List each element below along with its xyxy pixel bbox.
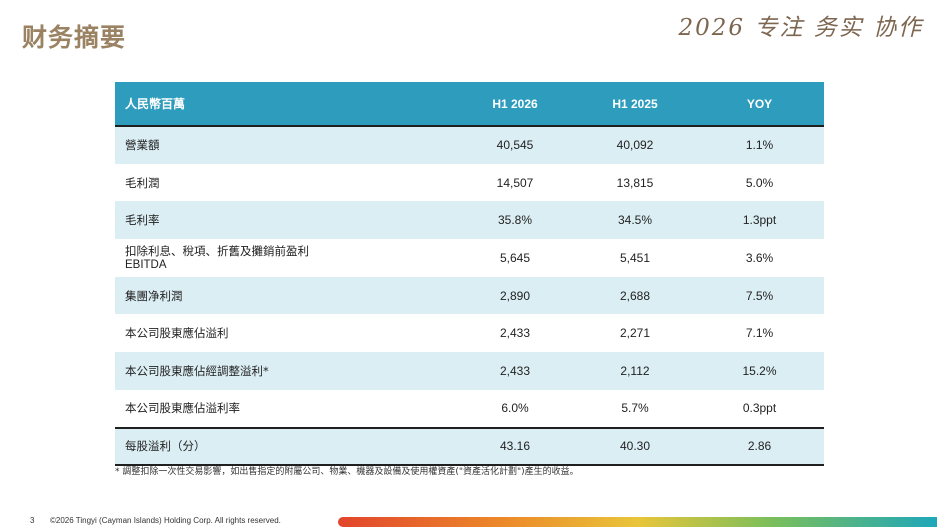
cell-h1-2025: 5,451 [619, 250, 651, 265]
header-yoy: YOY [695, 82, 824, 127]
header-unit: 人民幣百萬 [115, 82, 455, 127]
table-row: 毛利潤 14,507 13,815 5.0% [115, 164, 824, 202]
cell-h1-2026: 35.8% [455, 201, 575, 240]
row-label: 每股溢利（分） [115, 426, 455, 467]
cell-h1-2025: 40.30 [575, 426, 695, 467]
copyright-text: ©2026 Tingyi (Cayman Islands) Holding Co… [50, 516, 281, 525]
financial-summary-table: 人民幣百萬 H1 2026 H1 2025 YOY 營業額 40,545 40,… [115, 82, 824, 467]
cell-h1-2025: 40,092 [575, 126, 695, 164]
cell-h1-2025: 2,688 [575, 276, 695, 315]
table-row: 集團净利潤 2,890 2,688 7.5% [115, 276, 824, 315]
cell-yoy: 15.2% [695, 352, 824, 390]
page-title: 财务摘要 [22, 23, 127, 52]
table-header-row: 人民幣百萬 H1 2026 H1 2025 YOY [115, 82, 824, 127]
table-row: 毛利率 35.8% 34.5% 1.3ppt [115, 201, 824, 240]
footer-color-bar [338, 517, 937, 527]
table-row: 本公司股東應佔溢利率 6.0% 5.7% 0.3ppt [115, 390, 824, 428]
cell-h1-2026: 14,507 [496, 175, 534, 190]
cell-yoy: 0.3ppt [742, 401, 777, 416]
row-label: 毛利率 [115, 201, 455, 240]
header-h1-2026: H1 2026 [455, 82, 575, 127]
row-label-main: 扣除利息、稅項、折舊及攤銷前盈利 [125, 243, 309, 258]
cell-h1-2025: 2,112 [575, 352, 695, 390]
footnote: * 調整扣除一次性交易影響，如出售指定的附屬公司、物業、機器及設備及使用權資產(… [115, 467, 579, 477]
table-row: 本公司股東應佔經調整溢利* 2,433 2,112 15.2% [115, 352, 824, 390]
row-label-sub: EBITDA [125, 258, 167, 271]
row-label: 營業額 [115, 126, 455, 164]
cell-yoy: 7.5% [695, 276, 824, 315]
page-number: 3 [30, 516, 35, 525]
table-row: 扣除利息、稅項、折舊及攤銷前盈利 EBITDA 5,645 5,451 3.6% [115, 239, 824, 277]
cell-h1-2025: 5.7% [621, 401, 649, 416]
table-row: 本公司股東應佔溢利 2,433 2,271 7.1% [115, 314, 824, 352]
row-label: 本公司股東應佔溢利 [125, 326, 229, 341]
cell-h1-2026: 6.0% [501, 401, 529, 416]
table-row: 每股溢利（分） 43.16 40.30 2.86 [115, 426, 824, 467]
cell-h1-2025: 34.5% [575, 201, 695, 240]
cell-h1-2026: 43.16 [455, 426, 575, 467]
cell-yoy: 1.1% [695, 126, 824, 164]
header-h1-2025: H1 2025 [575, 82, 695, 127]
row-label: 本公司股東應佔經調整溢利* [115, 352, 455, 390]
cell-yoy: 1.3ppt [695, 201, 824, 240]
cell-yoy: 2.86 [695, 426, 824, 467]
row-label: 扣除利息、稅項、折舊及攤銷前盈利 EBITDA [115, 239, 455, 277]
cell-yoy: 7.1% [745, 326, 774, 341]
table-row: 營業額 40,545 40,092 1.1% [115, 126, 824, 164]
row-label: 本公司股東應佔溢利率 [125, 401, 240, 416]
cell-h1-2026: 2,433 [455, 352, 575, 390]
row-label: 集團净利潤 [115, 276, 455, 315]
cell-h1-2025: 13,815 [616, 175, 654, 190]
cell-h1-2026: 2,890 [455, 276, 575, 315]
cell-h1-2026: 40,545 [455, 126, 575, 164]
slogan: 2026 专注 务实 协作 [678, 15, 923, 41]
cell-yoy: 3.6% [745, 250, 774, 265]
row-label: 毛利潤 [125, 175, 160, 190]
cell-yoy: 5.0% [745, 175, 774, 190]
cell-h1-2025: 2,271 [619, 326, 651, 341]
cell-h1-2026: 5,645 [499, 250, 531, 265]
cell-h1-2026: 2,433 [499, 326, 531, 341]
